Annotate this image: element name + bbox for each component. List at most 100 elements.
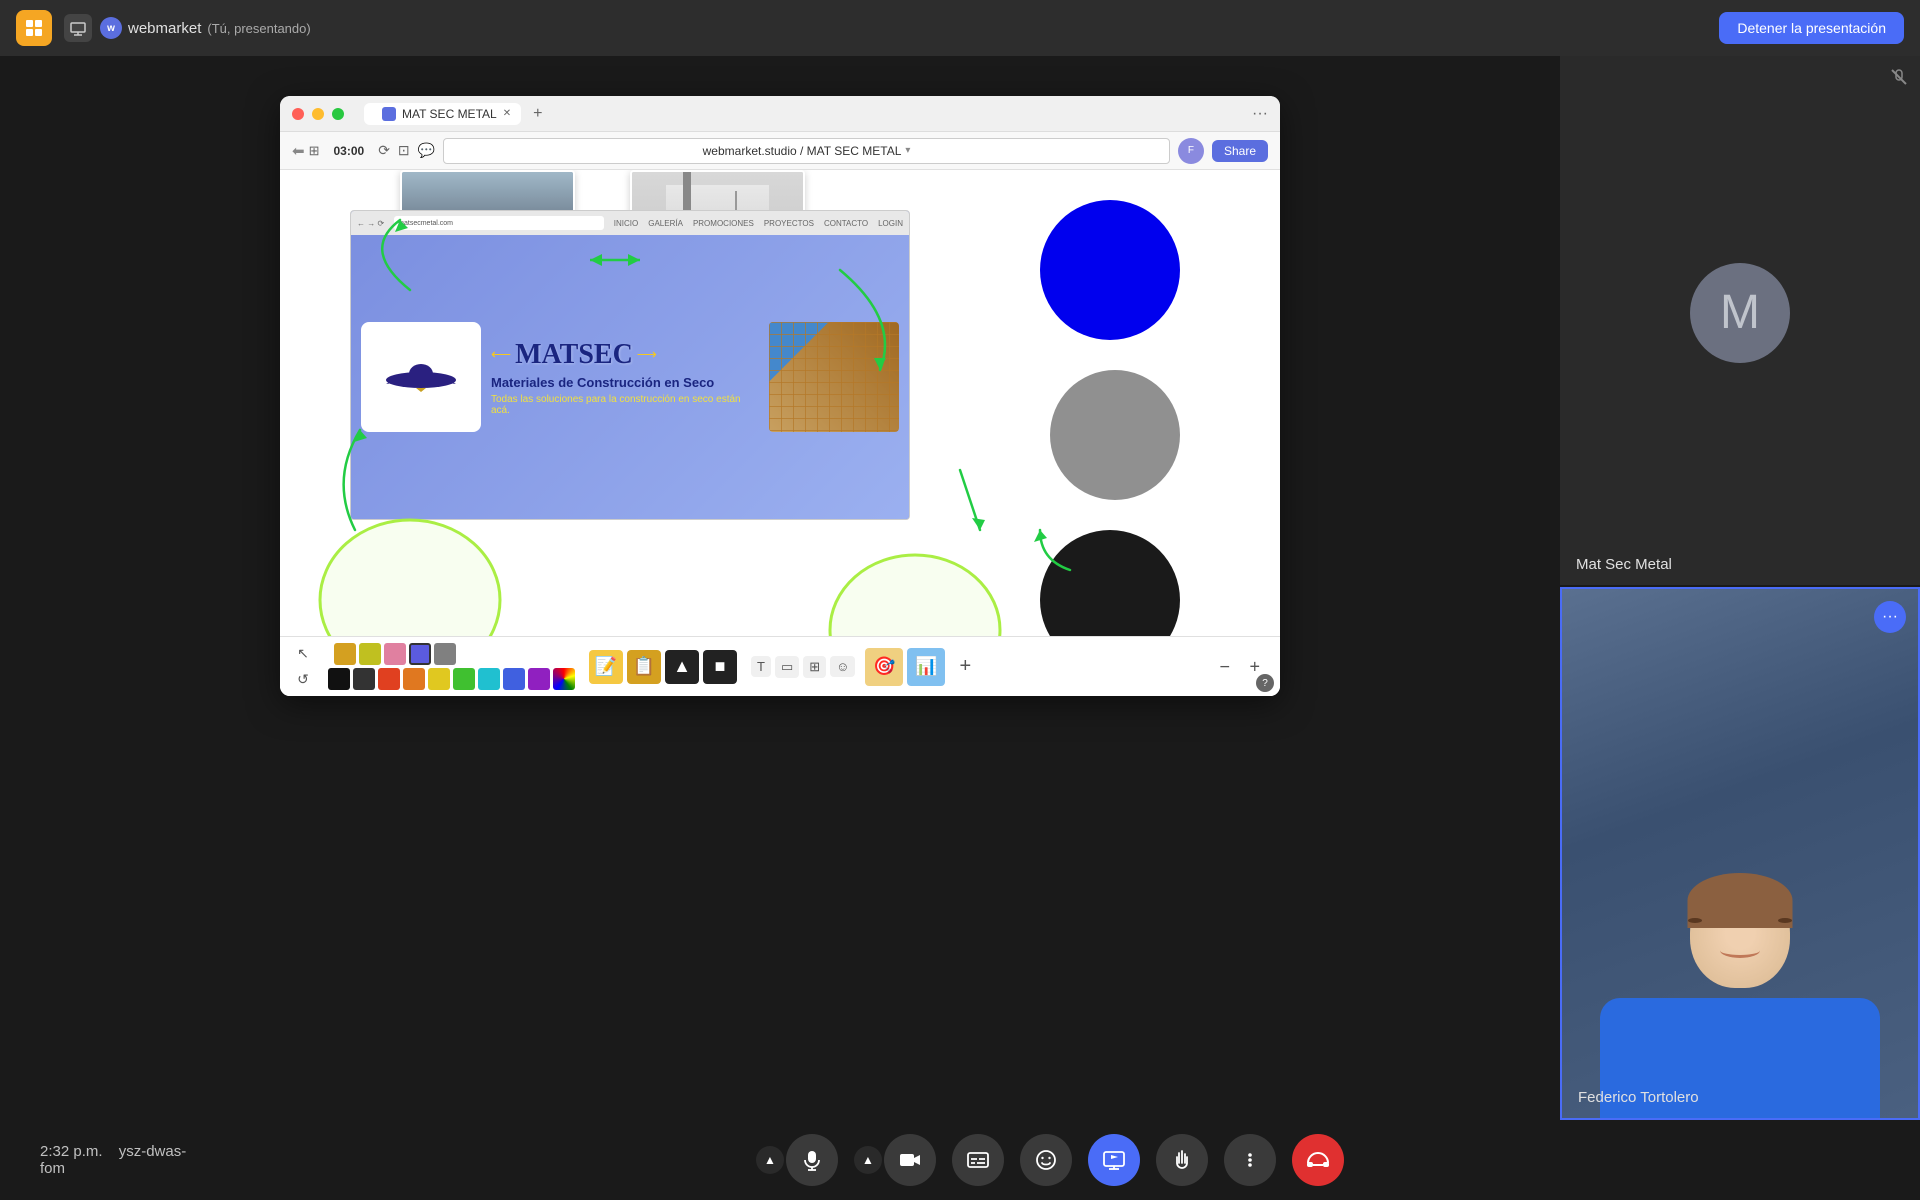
color-red[interactable]: [378, 668, 400, 690]
participant-federico: ··· Federico Tortolero: [1560, 587, 1920, 1120]
share-button[interactable]: Share: [1212, 140, 1268, 162]
tools-icon[interactable]: ⊞: [309, 143, 320, 159]
stop-presentation-button[interactable]: Detener la presentación: [1719, 12, 1904, 44]
browser-content: ← → ⟳ matsecmetal.com INICIO GALERÍA PRO…: [280, 170, 1280, 696]
select-tool[interactable]: ↖: [292, 643, 314, 665]
toolbar-icon-2[interactable]: ⊡: [398, 142, 410, 159]
url-bar[interactable]: webmarket.studio / MAT SEC METAL ▾: [443, 138, 1170, 164]
sticker-tools: 🎯 📊: [865, 648, 945, 686]
toolbar-icon-1[interactable]: ⟳: [378, 142, 390, 159]
hand-tool[interactable]: ↺: [292, 669, 314, 691]
color-swatch[interactable]: [334, 643, 356, 665]
browser-chrome: MAT SEC METAL ✕ + ···: [280, 96, 1280, 132]
top-bar: w webmarket (Tú, presentando) Detener la…: [0, 0, 1920, 56]
matsec-footer: 📞 +54 11 20901132 📍 Bartolome Mitre 5116…: [351, 519, 909, 520]
shape-filled-black[interactable]: ▲: [665, 650, 699, 684]
matsec-subtitle: Materiales de Construcción en Seco: [491, 375, 759, 390]
end-call-button[interactable]: [1292, 1134, 1344, 1186]
close-dot[interactable]: [292, 108, 304, 120]
webmarket-logo: w: [100, 17, 122, 39]
sticker-1[interactable]: 🎯: [865, 648, 903, 686]
participants-panel: M Mat Sec Metal: [1560, 56, 1920, 1120]
color-black[interactable]: [328, 668, 350, 690]
color-blue[interactable]: [503, 668, 525, 690]
color-dark[interactable]: [353, 668, 375, 690]
timer-display: 03:00: [333, 144, 364, 158]
add-tool-button[interactable]: +: [959, 655, 971, 678]
sticker-2[interactable]: 📊: [907, 648, 945, 686]
meeting-info: 2:32 p.m. ysz-dwas-fom: [40, 1143, 220, 1177]
matsec-title: MATSEC: [515, 339, 633, 371]
color-swatch[interactable]: [384, 643, 406, 665]
shape-filled-black-rect[interactable]: ■: [703, 650, 737, 684]
color-swatch-active[interactable]: [409, 643, 431, 665]
browser-tab-label: MAT SEC METAL: [402, 107, 497, 121]
sticky-note-dark[interactable]: 📋: [627, 650, 661, 684]
color-rainbow[interactable]: [553, 668, 575, 690]
table-tool[interactable]: ⊞: [803, 656, 826, 678]
nav-icon[interactable]: ⬅: [292, 142, 305, 160]
browser-favicon: [382, 107, 396, 121]
url-text: webmarket.studio / MAT SEC METAL: [703, 144, 902, 158]
bottom-control-bar: 2:32 p.m. ysz-dwas-fom ▲ ▲: [0, 1120, 1920, 1200]
browser-menu-dots[interactable]: ···: [1252, 105, 1268, 123]
present-button[interactable]: [1088, 1134, 1140, 1186]
matsec-logo-area: [361, 322, 481, 432]
browser-nav-icons: ⬅ ⊞: [292, 142, 319, 160]
browser-window: MAT SEC METAL ✕ + ··· ⬅ ⊞ 03:00 ⟳ ⊡ 💬 we…: [280, 96, 1280, 696]
matsec-description: Todas las soluciones para la construcció…: [491, 394, 759, 416]
share-screen-icon[interactable]: [64, 14, 92, 42]
matsec-website: ← → ⟳ matsecmetal.com INICIO GALERÍA PRO…: [350, 210, 910, 520]
camera-control-pair: ▲: [854, 1134, 936, 1186]
whiteboard-canvas[interactable]: ← → ⟳ matsecmetal.com INICIO GALERÍA PRO…: [280, 170, 1280, 636]
presenting-label: (Tú, presentando): [207, 21, 310, 36]
service-name: webmarket: [128, 20, 201, 37]
raise-hand-button[interactable]: [1156, 1134, 1208, 1186]
shape-tools: 📝 📋 ▲ ■: [589, 650, 737, 684]
sticky-note-yellow[interactable]: 📝: [589, 650, 623, 684]
captions-button[interactable]: [952, 1134, 1004, 1186]
more-options-button[interactable]: [1224, 1134, 1276, 1186]
maximize-dot[interactable]: [332, 108, 344, 120]
mic-chevron-up[interactable]: ▲: [756, 1146, 784, 1174]
toolbar-icon-3[interactable]: 💬: [418, 142, 435, 159]
new-tab-button[interactable]: +: [533, 105, 542, 123]
zoom-minus-button[interactable]: −: [1219, 656, 1230, 677]
emoji-tool[interactable]: ☺: [830, 656, 855, 677]
color-yellow[interactable]: [428, 668, 450, 690]
participant-matsec-name: Mat Sec Metal: [1576, 556, 1672, 573]
color-swatches-row: [328, 643, 575, 690]
matsec-main-content: ⟵ MATSEC ⟶ Materiales de Construcción en…: [351, 235, 909, 519]
matsec-brand-arrows: ⟵ MATSEC ⟶: [491, 339, 759, 371]
color-cyan[interactable]: [478, 668, 500, 690]
participant-more-options[interactable]: ···: [1874, 601, 1906, 633]
mic-control-pair: ▲: [756, 1134, 838, 1186]
participant-federico-name: Federico Tortolero: [1578, 1089, 1699, 1106]
minimize-dot[interactable]: [312, 108, 324, 120]
color-purple[interactable]: [528, 668, 550, 690]
help-button[interactable]: ?: [1256, 674, 1274, 692]
color-swatch[interactable]: [434, 643, 456, 665]
rect-tool[interactable]: ▭: [775, 656, 799, 678]
whiteboard-toolbar: ↖ ↺: [280, 636, 1280, 696]
color-circle-gray: [1050, 370, 1180, 500]
text-tools: T ▭ ⊞ ☺: [751, 656, 855, 678]
color-orange[interactable]: [403, 668, 425, 690]
color-green[interactable]: [453, 668, 475, 690]
camera-chevron-up[interactable]: ▲: [854, 1146, 882, 1174]
presentation-area: MAT SEC METAL ✕ + ··· ⬅ ⊞ 03:00 ⟳ ⊡ 💬 we…: [0, 56, 1560, 1120]
matsec-mesh-image: [769, 322, 899, 432]
reactions-button[interactable]: [1020, 1134, 1072, 1186]
color-circle-blue: [1040, 200, 1180, 340]
text-tool[interactable]: T: [751, 656, 771, 677]
service-label: w webmarket (Tú, presentando): [100, 17, 311, 39]
zoom-plus-button[interactable]: +: [1249, 656, 1260, 677]
camera-button[interactable]: [884, 1134, 936, 1186]
main-area: MAT SEC METAL ✕ + ··· ⬅ ⊞ 03:00 ⟳ ⊡ 💬 we…: [0, 56, 1920, 1120]
participant-matsec-mic-off: [1890, 68, 1908, 91]
tool-column: ↖ ↺: [292, 643, 314, 691]
mic-button[interactable]: [786, 1134, 838, 1186]
color-swatch[interactable]: [359, 643, 381, 665]
tab-close-icon[interactable]: ✕: [503, 108, 511, 119]
browser-toolbar: ⬅ ⊞ 03:00 ⟳ ⊡ 💬 webmarket.studio / MAT S…: [280, 132, 1280, 170]
